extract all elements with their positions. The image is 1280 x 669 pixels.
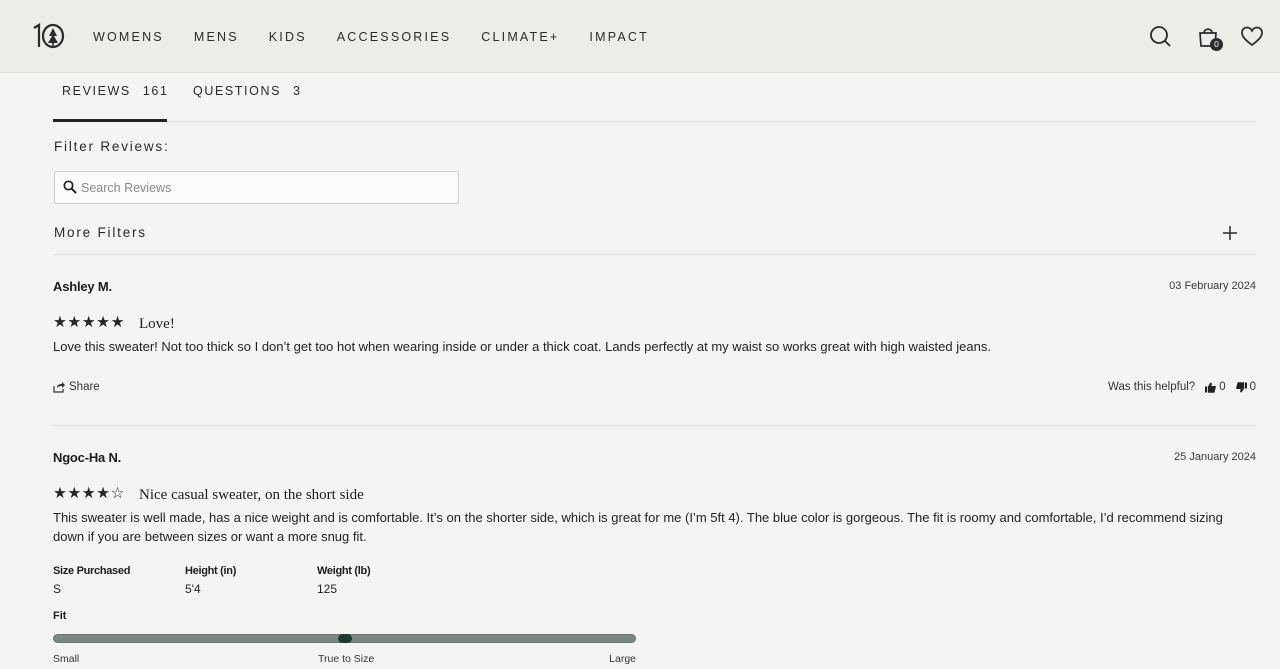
search-reviews-box: [54, 171, 459, 204]
tab-questions[interactable]: QUESTIONS 3: [193, 73, 313, 122]
search-icon[interactable]: [1148, 24, 1174, 50]
nav-mens[interactable]: MENS: [194, 29, 239, 45]
attr-size-purchased: Size Purchased S: [53, 565, 183, 596]
site-header: WOMENS MENS KIDS ACCESSORIES CLIMATE+ IM…: [0, 0, 1280, 73]
helpful-votes: Was this helpful? 0 0: [1108, 381, 1256, 393]
brand-logo[interactable]: [31, 22, 65, 50]
reviewer-name: Ngoc-Ha N.: [53, 450, 122, 465]
star-rating: ★★★★☆: [53, 484, 125, 502]
attr-value: 5'4: [185, 582, 201, 596]
attr-key: Height (in): [185, 565, 237, 577]
attr-value: 125: [317, 582, 338, 596]
attr-value: S: [53, 582, 62, 596]
star-rating: ★★★★★: [53, 313, 125, 331]
share-button[interactable]: Share: [53, 381, 100, 393]
review-title: Nice casual sweater, on the short side: [139, 487, 364, 503]
attr-height: Height (in) 5'4: [185, 565, 315, 596]
filter-reviews-heading: Filter Reviews:: [54, 139, 170, 154]
fit-scale-bar: [53, 634, 636, 643]
more-filters-toggle[interactable]: More Filters: [54, 214, 1256, 255]
fit-scale-large: Large: [609, 653, 636, 665]
main-nav: WOMENS MENS KIDS ACCESSORIES CLIMATE+ IM…: [93, 29, 679, 45]
attr-key: Weight (lb): [317, 565, 371, 577]
review-body: Love this sweater! Not too thick so I do…: [53, 339, 991, 354]
helpful-label: Was this helpful?: [1108, 381, 1196, 393]
reviewer-name: Ashley M.: [53, 279, 112, 294]
fit-scale-true: True to Size: [318, 653, 375, 665]
nav-accessories[interactable]: ACCESSORIES: [337, 29, 452, 45]
more-filters-label: More Filters: [54, 225, 147, 240]
nav-kids[interactable]: KIDS: [269, 29, 307, 45]
review-body: This sweater is well made, has a nice we…: [53, 510, 1223, 544]
nav-womens[interactable]: WOMENS: [93, 29, 164, 45]
attr-weight: Weight (lb) 125: [317, 565, 447, 596]
thumbs-up-icon[interactable]: [1205, 382, 1217, 393]
search-icon: [63, 180, 77, 194]
review-date: 25 January 2024: [1174, 451, 1256, 463]
cart-icon[interactable]: 0: [1195, 24, 1223, 51]
search-reviews-input[interactable]: [81, 172, 451, 203]
cart-count-badge: 0: [1210, 38, 1223, 51]
tab-reviews[interactable]: REVIEWS 161: [53, 73, 167, 122]
tab-count: 3: [293, 84, 302, 98]
share-icon: [53, 382, 65, 393]
thumbs-down-icon[interactable]: [1235, 381, 1247, 393]
fit-scale-small: Small: [53, 653, 80, 665]
helpful-up-count: 0: [1219, 381, 1226, 393]
plus-icon[interactable]: [1222, 225, 1238, 241]
nav-impact[interactable]: IMPACT: [589, 29, 649, 45]
review-date: 03 February 2024: [1169, 280, 1256, 292]
attr-key: Size Purchased: [53, 565, 131, 577]
helpful-down-count: 0: [1249, 381, 1256, 393]
tab-label: REVIEWS: [62, 84, 131, 98]
review-title: Love!: [139, 316, 175, 332]
review-item: Ashley M. 03 February 2024 ★★★★★ Love! L…: [53, 270, 1256, 426]
tab-count: 161: [142, 84, 169, 98]
heart-icon[interactable]: [1239, 24, 1265, 50]
tab-label: QUESTIONS: [193, 84, 282, 98]
review-tabs: REVIEWS 161 QUESTIONS 3: [53, 73, 1256, 122]
fit-indicator: [337, 634, 352, 643]
nav-climate[interactable]: CLIMATE+: [481, 29, 559, 45]
review-item: Ngoc-Ha N. 25 January 2024 ★★★★☆ Nice ca…: [53, 441, 1256, 669]
fit-label: Fit: [53, 610, 67, 622]
share-label: Share: [69, 381, 100, 393]
